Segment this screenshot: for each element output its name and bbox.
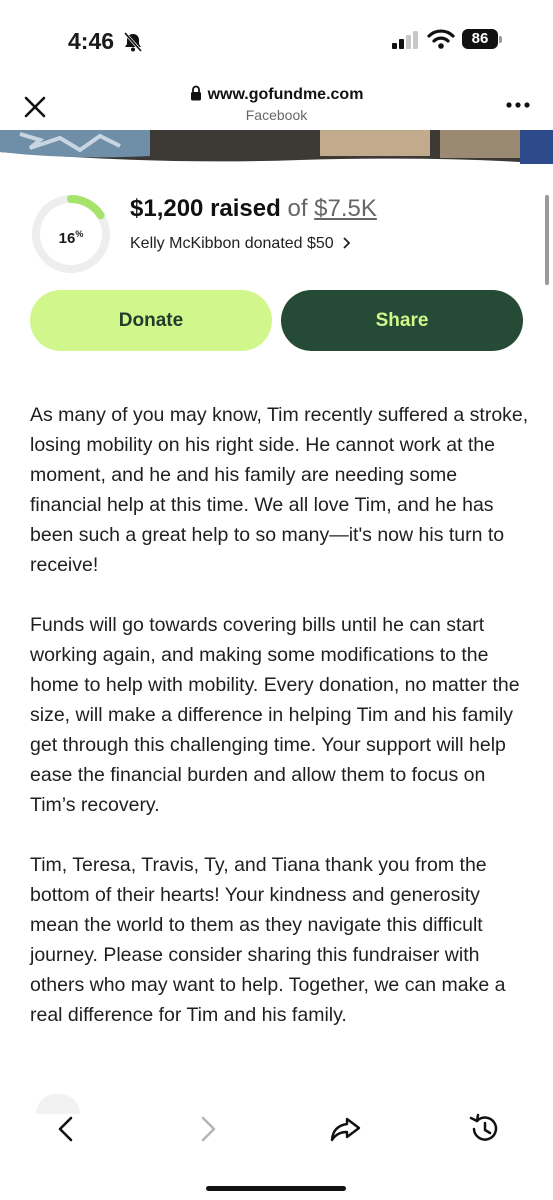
more-options-icon[interactable] — [504, 100, 532, 110]
donate-button[interactable]: Donate — [30, 290, 272, 351]
wifi-icon — [427, 29, 455, 49]
silent-bell-icon — [123, 32, 143, 52]
battery-cap — [499, 36, 502, 43]
url-line: www.gofundme.com — [0, 85, 553, 104]
status-bar: 4:46 86 — [0, 0, 553, 80]
campaign-story: As many of you may know, Tim recently su… — [30, 400, 530, 1060]
back-icon[interactable] — [50, 1112, 84, 1146]
battery-indicator: 86 — [462, 29, 504, 51]
goal-amount[interactable]: $7.5K — [314, 195, 377, 222]
forward-icon[interactable] — [190, 1112, 224, 1146]
battery-level: 86 — [462, 29, 498, 49]
share-button[interactable]: Share — [281, 290, 523, 351]
chevron-right-icon — [343, 237, 351, 249]
progress-percent: 16% — [58, 229, 84, 247]
story-paragraph: Funds will go towards covering bills unt… — [30, 614, 520, 816]
raised-amount: $1,200 raised — [130, 195, 281, 222]
recent-donation-text: Kelly McKibbon donated $50 — [130, 235, 334, 252]
lock-icon — [190, 85, 201, 101]
scrollbar[interactable] — [545, 195, 549, 285]
story-paragraph: As many of you may know, Tim recently su… — [30, 404, 529, 576]
campaign-photo — [0, 130, 553, 170]
progress-percent-value: 16 — [58, 230, 76, 247]
story-paragraph: Tim, Teresa, Travis, Ty, and Tiana thank… — [30, 854, 506, 1026]
share-icon[interactable] — [328, 1112, 362, 1146]
url-display[interactable]: www.gofundme.com Facebook — [0, 85, 553, 123]
url-text: www.gofundme.com — [207, 86, 364, 103]
url-source: Facebook — [245, 107, 308, 123]
raised-of: of — [287, 195, 308, 222]
amount-raised: $1,200 raised of $7.5K — [130, 195, 377, 223]
home-indicator — [206, 1186, 346, 1191]
recent-donation[interactable]: Kelly McKibbon donated $50 — [130, 235, 352, 253]
history-icon[interactable] — [467, 1112, 501, 1146]
cellular-signal-icon — [392, 31, 418, 49]
status-time: 4:46 — [68, 28, 115, 54]
